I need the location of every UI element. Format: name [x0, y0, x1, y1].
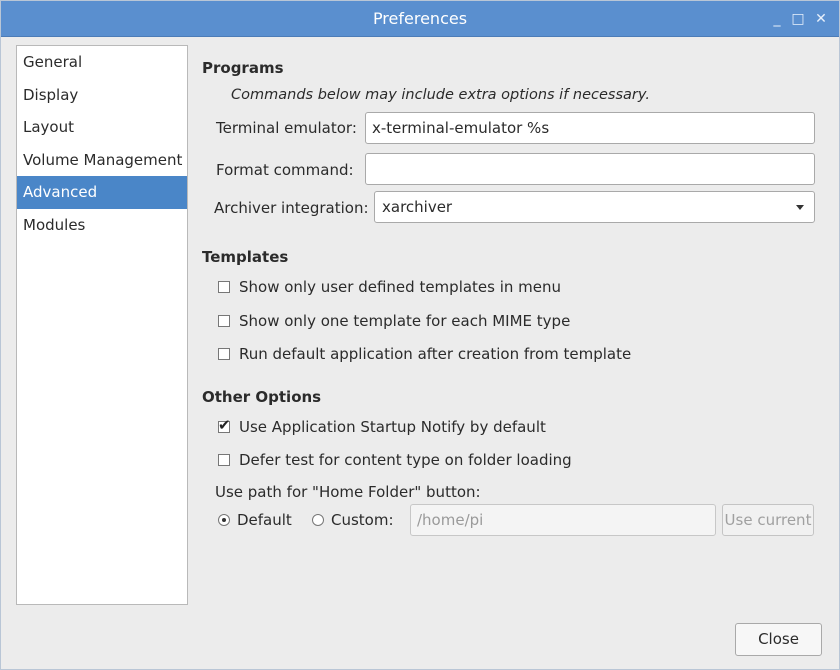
radio-custom-label: Custom:	[331, 511, 394, 529]
chevron-down-icon	[796, 205, 804, 210]
terminal-emulator-input[interactable]: x-terminal-emulator %s	[365, 112, 815, 144]
template-option-label: Run default application after creation f…	[239, 345, 632, 363]
templates-heading: Templates	[202, 248, 289, 266]
sidebar: General Display Layout Volume Management…	[16, 45, 188, 605]
use-current-button[interactable]: Use current	[722, 504, 814, 536]
preferences-window: Preferences _ □ ✕ General Display Layout…	[0, 0, 840, 670]
sidebar-item-layout[interactable]: Layout	[17, 111, 187, 144]
radio-unselected-icon[interactable]	[312, 514, 324, 526]
format-command-input[interactable]	[365, 153, 815, 185]
other-option-label: Defer test for content type on folder lo…	[239, 451, 572, 469]
sidebar-item-modules[interactable]: Modules	[17, 209, 187, 242]
radio-selected-icon[interactable]	[218, 514, 230, 526]
template-option-one-per-mime[interactable]: Show only one template for each MIME typ…	[218, 310, 570, 332]
checkbox-icon[interactable]	[218, 281, 230, 293]
other-options-heading: Other Options	[202, 388, 322, 406]
minimize-icon[interactable]: _	[769, 11, 785, 27]
checkbox-icon[interactable]	[218, 348, 230, 360]
other-option-defer-content-type[interactable]: Defer test for content type on folder lo…	[218, 449, 572, 471]
archiver-integration-label: Archiver integration:	[214, 199, 369, 217]
sidebar-item-volume-management[interactable]: Volume Management	[17, 144, 187, 177]
window-title: Preferences	[372, 9, 468, 28]
checkbox-icon[interactable]	[218, 454, 230, 466]
maximize-icon[interactable]: □	[790, 11, 806, 27]
template-option-user-defined[interactable]: Show only user defined templates in menu	[218, 276, 561, 298]
checkbox-checked-icon[interactable]: ✔	[218, 417, 231, 433]
terminal-emulator-label: Terminal emulator:	[216, 119, 357, 137]
custom-path-input[interactable]: /home/pi	[410, 504, 716, 536]
sidebar-item-display[interactable]: Display	[17, 79, 187, 112]
programs-note: Commands below may include extra options…	[231, 87, 650, 103]
template-option-run-default[interactable]: Run default application after creation f…	[218, 343, 631, 365]
archiver-integration-value: xarchiver	[382, 198, 453, 216]
other-option-label: Use Application Startup Notify by defaul…	[239, 418, 546, 436]
title-bar: Preferences _ □ ✕	[1, 1, 839, 37]
template-option-label: Show only one template for each MIME typ…	[239, 312, 571, 330]
radio-custom[interactable]: Custom:	[312, 509, 394, 531]
home-folder-label: Use path for "Home Folder" button:	[215, 483, 481, 501]
template-option-label: Show only user defined templates in menu	[239, 278, 562, 296]
checkbox-icon[interactable]	[218, 315, 230, 327]
other-option-startup-notify[interactable]: ✔ Use Application Startup Notify by defau…	[218, 416, 546, 438]
sidebar-item-general[interactable]: General	[17, 46, 187, 79]
close-icon[interactable]: ✕	[813, 11, 829, 27]
programs-heading: Programs	[202, 59, 284, 77]
archiver-integration-select[interactable]: xarchiver	[374, 191, 815, 223]
checkmark-icon: ✔	[218, 416, 231, 434]
format-command-label: Format command:	[216, 161, 354, 179]
radio-default-label: Default	[237, 511, 292, 529]
sidebar-item-advanced[interactable]: Advanced	[17, 176, 187, 209]
radio-default[interactable]: Default	[218, 509, 292, 531]
close-button[interactable]: Close	[735, 623, 822, 656]
